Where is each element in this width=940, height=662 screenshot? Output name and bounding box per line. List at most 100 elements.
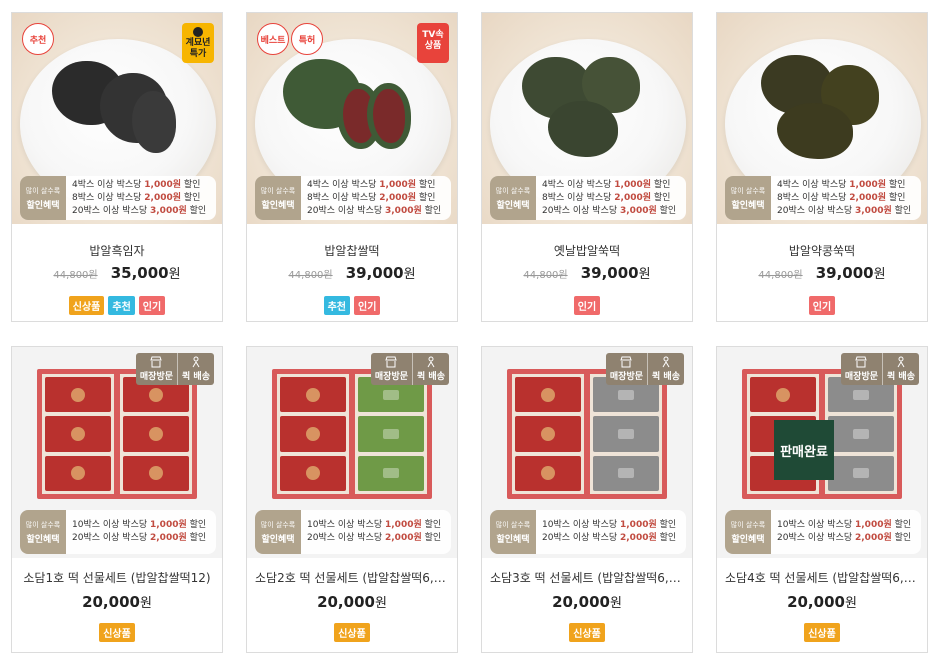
label-popular: 인기 xyxy=(808,296,836,315)
price-unit: 원 xyxy=(609,596,622,611)
promo-lines: 10박스 이상 박스당 1,000원 할인 20박스 이상 박스당 2,000원 … xyxy=(301,519,451,545)
promo-line: 4박스 이상 박스당 1,000원 할인 xyxy=(542,179,671,190)
product-image[interactable]: 매장방문 퀵 배송 많이 살수록 할인혜택 10박스 이상 박스당 1,000원 … xyxy=(247,347,457,558)
pickup-tags: 매장방문 퀵 배송 xyxy=(135,353,214,385)
promo-line: 8박스 이상 박스당 2,000원 할인 xyxy=(72,192,201,203)
product-name[interactable]: 소담1호 떡 선물세트 (밥알찹쌀떡12) xyxy=(12,569,222,586)
promo-banner: 많이 살수록 할인혜택 10박스 이상 박스당 1,000원 할인 20박스 이상 … xyxy=(20,510,216,554)
bunny-icon xyxy=(193,27,203,37)
rider-icon xyxy=(897,356,905,368)
label-new: 신상품 xyxy=(334,623,370,642)
store-visit-tag: 매장방문 xyxy=(606,353,647,385)
product-labels: 추천 인기 xyxy=(247,296,457,315)
quick-delivery-tag: 퀵 배송 xyxy=(177,353,214,385)
promo-banner: 많이 살수록 할인혜택 4박스 이상 박스당 1,000원 할인 8박스 이상 박스… xyxy=(255,176,451,220)
product-card[interactable]: 많이 살수록 할인혜택 4박스 이상 박스당 1,000원 할인 8박스 이상 박스… xyxy=(716,12,928,322)
promo-label: 많이 살수록 할인혜택 xyxy=(490,510,536,554)
sold-out-badge: 판매완료 xyxy=(774,420,834,480)
product-name[interactable]: 소담4호 떡 선물세트 (밥알찹쌀떡6, … xyxy=(717,569,927,586)
rider-icon xyxy=(427,356,435,368)
product-name[interactable]: 밥알흑임자 xyxy=(12,242,222,259)
store-icon xyxy=(855,356,868,368)
rice-cake xyxy=(777,103,853,159)
product-image[interactable]: 매장방문 퀵 배송 많이 살수록 할인혜택 10박스 이상 박스당 1,000원 … xyxy=(12,347,222,558)
price-line: 44,800원 39,000원 xyxy=(717,263,927,282)
product-image[interactable]: 베스트 특허 TV속 상품 많이 살수록 할인혜택 4박스 이상 박스당 1,000… xyxy=(247,13,457,224)
rider-icon xyxy=(192,356,200,368)
label-new: 신상품 xyxy=(99,623,135,642)
product-name[interactable]: 옛날밥알쑥떡 xyxy=(482,242,692,259)
promo-label: 많이 살수록 할인혜택 xyxy=(20,176,66,220)
product-name[interactable]: 밥알찹쌀떡 xyxy=(247,242,457,259)
product-card[interactable]: 매장방문 퀵 배송 많이 살수록 할인혜택 10박스 이상 박스당 1,000원 … xyxy=(11,346,223,653)
promo-line: 20박스 이상 박스당 3,000원 할인 xyxy=(542,205,677,216)
price-line: 44,800원 39,000원 xyxy=(247,263,457,282)
badge-tv-product: TV속 상품 xyxy=(417,23,449,63)
product-card[interactable]: 매장방문 퀵 배송 많이 살수록 할인혜택 10박스 이상 박스당 1,000원 … xyxy=(246,346,458,653)
product-card[interactable]: 판매완료 매장방문 퀵 배송 많이 살수록 할인혜택 10박스 이상 박스당 1,… xyxy=(716,346,928,653)
product-name[interactable]: 밥알약콩쑥떡 xyxy=(717,242,927,259)
product-name[interactable]: 소담3호 떡 선물세트 (밥알찹쌀떡6, … xyxy=(482,569,692,586)
product-card[interactable]: 추천 계묘년 특가 많이 살수록 할인혜택 4박스 이상 박스당 1,000원 할인… xyxy=(11,12,223,322)
store-visit-tag: 매장방문 xyxy=(371,353,412,385)
promo-label: 많이 살수록 할인혜택 xyxy=(490,176,536,220)
promo-label: 많이 살수록 할인혜택 xyxy=(255,176,301,220)
product-image[interactable]: 매장방문 퀵 배송 많이 살수록 할인혜택 10박스 이상 박스당 1,000원 … xyxy=(482,347,692,558)
promo-lines: 4박스 이상 박스당 1,000원 할인 8박스 이상 박스당 2,000원 할인… xyxy=(66,179,216,218)
sale-price: 20,000 xyxy=(552,593,610,611)
product-image[interactable]: 추천 계묘년 특가 많이 살수록 할인혜택 4박스 이상 박스당 1,000원 할인… xyxy=(12,13,222,224)
product-labels: 신상품 xyxy=(482,623,692,642)
original-price: 44,800원 xyxy=(523,270,568,281)
promo-lines: 4박스 이상 박스당 1,000원 할인 8박스 이상 박스당 2,000원 할인… xyxy=(771,179,921,218)
badge-patent: 특허 xyxy=(291,23,323,55)
badge-special-price: 계묘년 특가 xyxy=(182,23,214,63)
label-popular: 인기 xyxy=(573,296,601,315)
store-visit-tag: 매장방문 xyxy=(841,353,882,385)
price-line: 20,000원 xyxy=(482,592,692,611)
promo-line: 4박스 이상 박스당 1,000원 할인 xyxy=(72,179,201,190)
sale-price: 39,000 xyxy=(345,264,404,282)
price-line: 44,800원 35,000원 xyxy=(12,263,222,282)
promo-line: 10박스 이상 박스당 1,000원 할인 xyxy=(72,520,207,530)
promo-lines: 10박스 이상 박스당 1,000원 할인 20박스 이상 박스당 2,000원 … xyxy=(66,519,216,545)
price-unit: 원 xyxy=(403,267,416,282)
promo-line: 8박스 이상 박스당 2,000원 할인 xyxy=(307,192,436,203)
product-labels: 신상품 xyxy=(12,623,222,642)
rice-cake xyxy=(132,91,176,153)
store-icon xyxy=(385,356,398,368)
label-new: 신상품 xyxy=(569,623,605,642)
sale-price: 20,000 xyxy=(787,593,845,611)
promo-line: 4박스 이상 박스당 1,000원 할인 xyxy=(777,179,906,190)
label-new: 신상품 xyxy=(804,623,840,642)
label-new: 신상품 xyxy=(68,296,105,315)
label-popular: 인기 xyxy=(138,296,166,315)
price-line: 20,000원 xyxy=(247,592,457,611)
product-card[interactable]: 많이 살수록 할인혜택 4박스 이상 박스당 1,000원 할인 8박스 이상 박스… xyxy=(481,12,693,322)
product-card[interactable]: 매장방문 퀵 배송 많이 살수록 할인혜택 10박스 이상 박스당 1,000원 … xyxy=(481,346,693,653)
promo-banner: 많이 살수록 할인혜택 4박스 이상 박스당 1,000원 할인 8박스 이상 박스… xyxy=(20,176,216,220)
product-name[interactable]: 소담2호 떡 선물세트 (밥알찹쌀떡6, … xyxy=(247,569,457,586)
product-labels: 신상품 추천 인기 xyxy=(12,296,222,315)
sale-price: 39,000 xyxy=(580,264,639,282)
product-image[interactable]: 많이 살수록 할인혜택 4박스 이상 박스당 1,000원 할인 8박스 이상 박스… xyxy=(717,13,927,224)
promo-banner: 많이 살수록 할인혜택 4박스 이상 박스당 1,000원 할인 8박스 이상 박스… xyxy=(490,176,686,220)
promo-banner: 많이 살수록 할인혜택 10박스 이상 박스당 1,000원 할인 20박스 이상 … xyxy=(490,510,686,554)
promo-label: 많이 살수록 할인혜택 xyxy=(725,510,771,554)
promo-line: 4박스 이상 박스당 1,000원 할인 xyxy=(307,179,436,190)
rider-icon xyxy=(662,356,670,368)
promo-line: 8박스 이상 박스당 2,000원 할인 xyxy=(777,192,906,203)
rice-cake xyxy=(367,83,411,149)
sale-price: 20,000 xyxy=(317,593,375,611)
product-image[interactable]: 판매완료 매장방문 퀵 배송 많이 살수록 할인혜택 10박스 이상 박스당 1,… xyxy=(717,347,927,558)
product-card[interactable]: 베스트 특허 TV속 상품 많이 살수록 할인혜택 4박스 이상 박스당 1,000… xyxy=(246,12,458,322)
original-price: 44,800원 xyxy=(53,270,98,281)
sale-price: 20,000 xyxy=(82,593,140,611)
product-labels: 신상품 xyxy=(247,623,457,642)
price-line: 44,800원 39,000원 xyxy=(482,263,692,282)
sale-price: 39,000 xyxy=(815,264,874,282)
price-line: 20,000원 xyxy=(717,592,927,611)
product-image[interactable]: 많이 살수록 할인혜택 4박스 이상 박스당 1,000원 할인 8박스 이상 박스… xyxy=(482,13,692,224)
promo-line: 20박스 이상 박스당 3,000원 할인 xyxy=(777,205,912,216)
promo-label: 많이 살수록 할인혜택 xyxy=(20,510,66,554)
promo-line: 20박스 이상 박스당 2,000원 할인 xyxy=(72,533,207,543)
